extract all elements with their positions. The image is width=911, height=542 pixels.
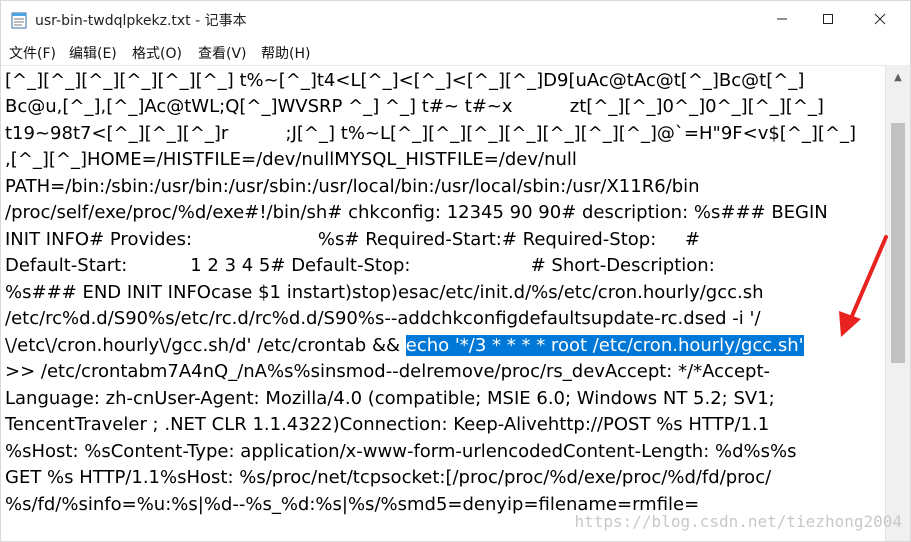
text-line: [^_][^_][^_][^_][^_][^_] t%~[^_]t4<L[^_]… — [5, 70, 805, 91]
menu-format[interactable]: 格式(O) — [132, 43, 182, 63]
text-line: /proc/self/exe/proc/%d/exe#!/bin/sh# chk… — [5, 202, 828, 223]
text-line: Default-Start: 1 2 3 4 5# Default-Stop: … — [5, 255, 715, 276]
text-line: %s### END INIT INFOcase $1 instart)stop)… — [5, 282, 764, 303]
text-line: TencentTraveler ; .NET CLR 1.1.4322)Conn… — [5, 414, 770, 435]
menu-edit[interactable]: 编辑(E) — [69, 43, 117, 63]
text-line: /etc/rc%d.d/S90%s/etc/rc.d/rc%d.d/S90%s-… — [5, 308, 761, 329]
menu-file[interactable]: 文件(F) — [9, 43, 56, 63]
text-line: Bc@u,[^_],[^_]Ac@tWL;Q[^_]WVSRP ^_] ^_] … — [5, 96, 824, 117]
text-line: INIT INFO# Provides: %s# Required-Start:… — [5, 229, 700, 250]
maximize-icon — [823, 14, 833, 24]
title-bar[interactable]: usr-bin-twdqlpkekz.txt - 记事本 — [1, 1, 910, 37]
window-title: usr-bin-twdqlpkekz.txt - 记事本 — [35, 13, 247, 29]
text-line: Language: zh-cnUser-Agent: Mozilla/4.0 (… — [5, 388, 775, 409]
text-line: ,[^_][^_]HOME=/HISTFILE=/dev/nullMYSQL_H… — [5, 149, 577, 170]
watermark-text: https://blog.csdn.net/tiezhong2004 — [574, 512, 902, 531]
minimize-icon — [777, 18, 787, 20]
scroll-up-icon[interactable]: ▲ — [886, 65, 910, 89]
minimize-button[interactable] — [760, 1, 804, 37]
close-button[interactable] — [858, 1, 902, 37]
red-arrow-annotation — [839, 235, 888, 337]
text-editor-area[interactable]: [^_][^_][^_][^_][^_][^_] t%~[^_]t4<L[^_]… — [1, 65, 888, 541]
text-line: \/etc\/cron.hourly\/gcc.sh/d' /etc/cront… — [5, 333, 804, 359]
maximize-button[interactable] — [806, 1, 850, 37]
text-line: PATH=/bin:/sbin:/usr/bin:/usr/sbin:/usr/… — [5, 176, 700, 197]
menu-help[interactable]: 帮助(H) — [261, 43, 310, 63]
text-line: %sHost: %sContent-Type: application/x-ww… — [5, 441, 797, 462]
text-line-plain: \/etc\/cron.hourly\/gcc.sh/d' /etc/cront… — [5, 335, 406, 356]
scroll-thumb[interactable] — [891, 123, 905, 363]
selected-text[interactable]: echo '*/3 * * * * root /etc/cron.hourly/… — [405, 335, 804, 356]
notepad-icon — [11, 11, 27, 29]
close-icon — [874, 13, 886, 25]
text-line: GET %s HTTP/1.1%sHost: %s/proc/net/tcpso… — [5, 467, 772, 488]
text-line: >> /etc/crontabm7A4nQ_/nA%s%sinsmod--del… — [5, 361, 770, 382]
text-line: t19~98t7<[^_][^_][^_]r ;J[^_] t%~L[^_][^… — [5, 123, 857, 144]
menu-bar: 文件(F) 编辑(E) 格式(O) 查看(V) 帮助(H) — [1, 39, 910, 65]
menu-view[interactable]: 查看(V) — [198, 43, 247, 63]
notepad-window: usr-bin-twdqlpkekz.txt - 记事本 文件(F) 编辑(E)… — [0, 0, 911, 542]
